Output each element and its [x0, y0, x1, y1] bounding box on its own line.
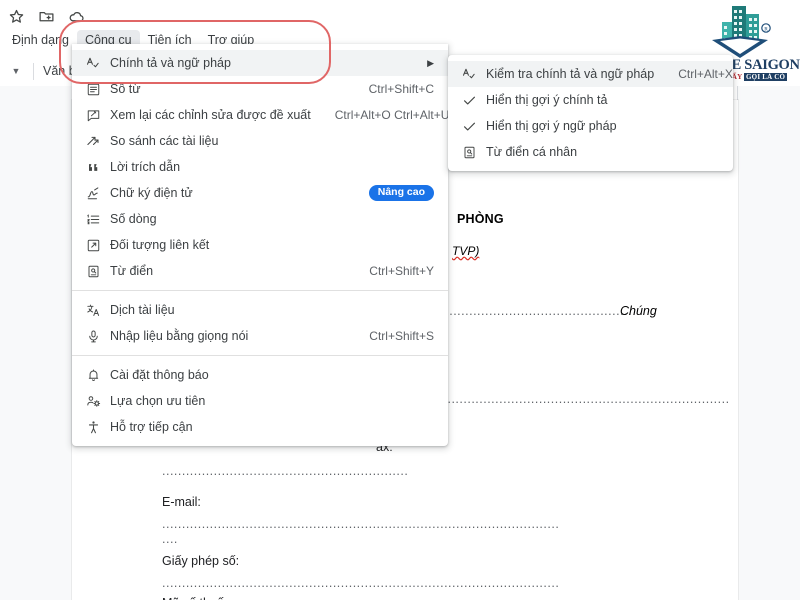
spelling-grammar-submenu[interactable]: Kiểm tra chính tả và ngữ pháp Ctrl+Alt+X…	[448, 55, 733, 171]
menu-item-word-count[interactable]: Số từ Ctrl+Shift+C	[72, 76, 448, 102]
voice-typing-icon	[82, 328, 104, 344]
submenu-item-personal-dictionary[interactable]: Từ điển cá nhân	[448, 139, 733, 165]
email-field-label: E-mail:	[162, 495, 201, 509]
logo-tagline-right: GỌI LÀ CÓ	[744, 73, 788, 81]
paragraph-style-select[interactable]: Văn b	[43, 64, 76, 78]
translate-icon	[82, 302, 104, 318]
citations-icon	[82, 159, 104, 175]
menu-separator	[72, 290, 448, 291]
status-badge: Nâng cao	[368, 185, 434, 201]
submenu-item-label: Từ điển cá nhân	[486, 145, 578, 159]
move-to-folder-icon[interactable]	[38, 8, 55, 25]
menu-item-label: Hỗ trợ tiếp cận	[110, 420, 193, 434]
menu-item-label: So sánh các tài liệu	[110, 134, 219, 148]
compare-docs-icon	[82, 133, 104, 149]
menu-item-notification-settings[interactable]: Cài đặt thông báo	[72, 362, 448, 388]
document-subheading: TVP)	[452, 244, 480, 258]
star-icon[interactable]	[8, 8, 25, 25]
menu-item-spelling-grammar[interactable]: Chính tả và ngữ pháp ▶	[72, 50, 448, 76]
submenu-item-show-spelling-suggestions[interactable]: Hiển thị gợi ý chính tả	[448, 87, 733, 113]
menu-item-dictionary[interactable]: Từ điển Ctrl+Shift+Y	[72, 258, 448, 284]
submenu-item-shortcut: Ctrl+Alt+X	[678, 67, 733, 81]
preferences-icon	[82, 393, 104, 409]
dictionary-icon	[458, 144, 480, 160]
submenu-item-show-grammar-suggestions[interactable]: Hiển thị gợi ý ngữ pháp	[448, 113, 733, 139]
linked-objects-icon	[82, 237, 104, 253]
menu-item-label: Số dòng	[110, 212, 157, 226]
chevron-right-icon: ▶	[427, 57, 434, 68]
menu-item-label: Nhập liệu bằng giọng nói	[110, 329, 249, 343]
menu-item-label: Lựa chọn ưu tiên	[110, 394, 206, 408]
menu-item-shortcut: Ctrl+Shift+Y	[369, 264, 434, 278]
accessibility-icon	[82, 419, 104, 435]
toolbar-divider	[33, 62, 34, 80]
menu-item-esignature[interactable]: Chữ ký điện tử Nâng cao	[72, 180, 448, 206]
spellcheck-icon	[458, 66, 480, 82]
tools-dropdown-menu[interactable]: Chính tả và ngữ pháp ▶ Số từ Ctrl+Shift+…	[72, 44, 450, 446]
tax-code-field-label: Mã số thuế:	[162, 596, 227, 600]
menu-item-shortcut: Ctrl+Shift+C	[368, 82, 434, 96]
menu-item-accessibility[interactable]: Hỗ trợ tiếp cận	[72, 414, 448, 440]
menu-item-label: Dịch tài liệu	[110, 303, 175, 317]
field-dots-1: ........................................…	[162, 464, 409, 478]
check-icon	[458, 92, 480, 108]
menu-item-voice-typing[interactable]: Nhập liệu bằng giọng nói Ctrl+Shift+S	[72, 323, 448, 349]
menu-item-label: Chữ ký điện tử	[110, 186, 193, 200]
menu-item-line-numbers[interactable]: Số dòng	[72, 206, 448, 232]
svg-text:R: R	[764, 27, 768, 33]
notification-bell-icon	[82, 367, 104, 383]
menu-item-compare-documents[interactable]: So sánh các tài liệu	[72, 128, 448, 154]
submenu-item-label: Kiểm tra chính tả và ngữ pháp	[486, 67, 655, 81]
menu-item-label: Lời trích dẫn	[110, 160, 181, 174]
chevron-down-icon[interactable]: ▼	[8, 66, 24, 76]
doc-quick-actions	[8, 8, 85, 25]
cloud-saved-icon[interactable]	[68, 8, 85, 25]
menu-item-translate-document[interactable]: Dịch tài liệu	[72, 297, 448, 323]
paragraph-tail-text: Chúng	[620, 304, 657, 318]
menu-item-label: Số từ	[110, 82, 141, 96]
menu-item-label: Từ điển	[110, 264, 154, 278]
submenu-item-check-spelling-grammar[interactable]: Kiểm tra chính tả và ngữ pháp Ctrl+Alt+X	[448, 61, 733, 87]
field-dots-short: ....	[162, 532, 178, 546]
menu-item-preferences[interactable]: Lựa chọn ưu tiên	[72, 388, 448, 414]
review-edits-icon	[82, 107, 104, 123]
line-numbers-icon	[82, 211, 104, 227]
menu-item-citations[interactable]: Lời trích dẫn	[72, 154, 448, 180]
menu-item-review-suggested-edits[interactable]: Xem lại các chỉnh sửa được đề xuất Ctrl+…	[72, 102, 450, 128]
submenu-item-label: Hiển thị gợi ý ngữ pháp	[486, 119, 617, 133]
google-docs-window: Định dạng Công cụ Tiện ích Trợ giúp ▼ Vă…	[0, 0, 800, 600]
menu-item-label: Đối tượng liên kết	[110, 238, 210, 252]
menu-separator	[72, 355, 448, 356]
word-count-icon	[82, 81, 104, 97]
document-heading: PHÒNG	[457, 212, 504, 226]
menu-item-label: Cài đặt thông báo	[110, 368, 209, 382]
menu-format[interactable]: Định dạng	[4, 30, 77, 51]
menu-item-label: Xem lại các chỉnh sửa được đề xuất	[110, 108, 311, 122]
menu-item-shortcut: Ctrl+Alt+O Ctrl+Alt+U	[334, 108, 450, 122]
dictionary-icon	[82, 263, 104, 279]
menu-item-shortcut: Ctrl+Shift+S	[369, 329, 434, 343]
license-number-field-label: Giấy phép số:	[162, 554, 240, 568]
field-dots-3: ........................................…	[162, 576, 560, 590]
submenu-item-label: Hiển thị gợi ý chính tả	[486, 93, 608, 107]
menu-item-label: Chính tả và ngữ pháp	[110, 56, 231, 70]
spellcheck-icon	[82, 55, 104, 71]
menu-item-linked-objects[interactable]: Đối tượng liên kết	[72, 232, 448, 258]
check-icon	[458, 118, 480, 134]
esignature-icon	[82, 185, 104, 201]
field-dots-2: ........................................…	[162, 517, 560, 531]
